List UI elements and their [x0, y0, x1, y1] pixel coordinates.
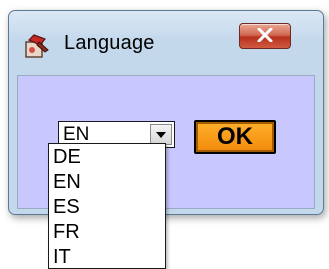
- dropdown-option-en[interactable]: EN: [49, 169, 165, 194]
- chevron-down-icon: [156, 132, 166, 138]
- dropdown-option-es[interactable]: ES: [49, 194, 165, 219]
- dropdown-arrow-button[interactable]: [150, 124, 172, 145]
- language-dropdown-list: DE EN ES FR IT: [48, 143, 166, 269]
- dropdown-option-it[interactable]: IT: [49, 244, 165, 268]
- close-icon: [257, 28, 273, 42]
- ok-button[interactable]: OK: [194, 120, 276, 154]
- window-title: Language: [64, 32, 155, 54]
- dropdown-option-de[interactable]: DE: [49, 144, 165, 169]
- close-button[interactable]: [239, 23, 291, 49]
- title-bar[interactable]: Language: [9, 11, 323, 77]
- dropdown-option-fr[interactable]: FR: [49, 219, 165, 244]
- language-app-icon: [23, 33, 51, 59]
